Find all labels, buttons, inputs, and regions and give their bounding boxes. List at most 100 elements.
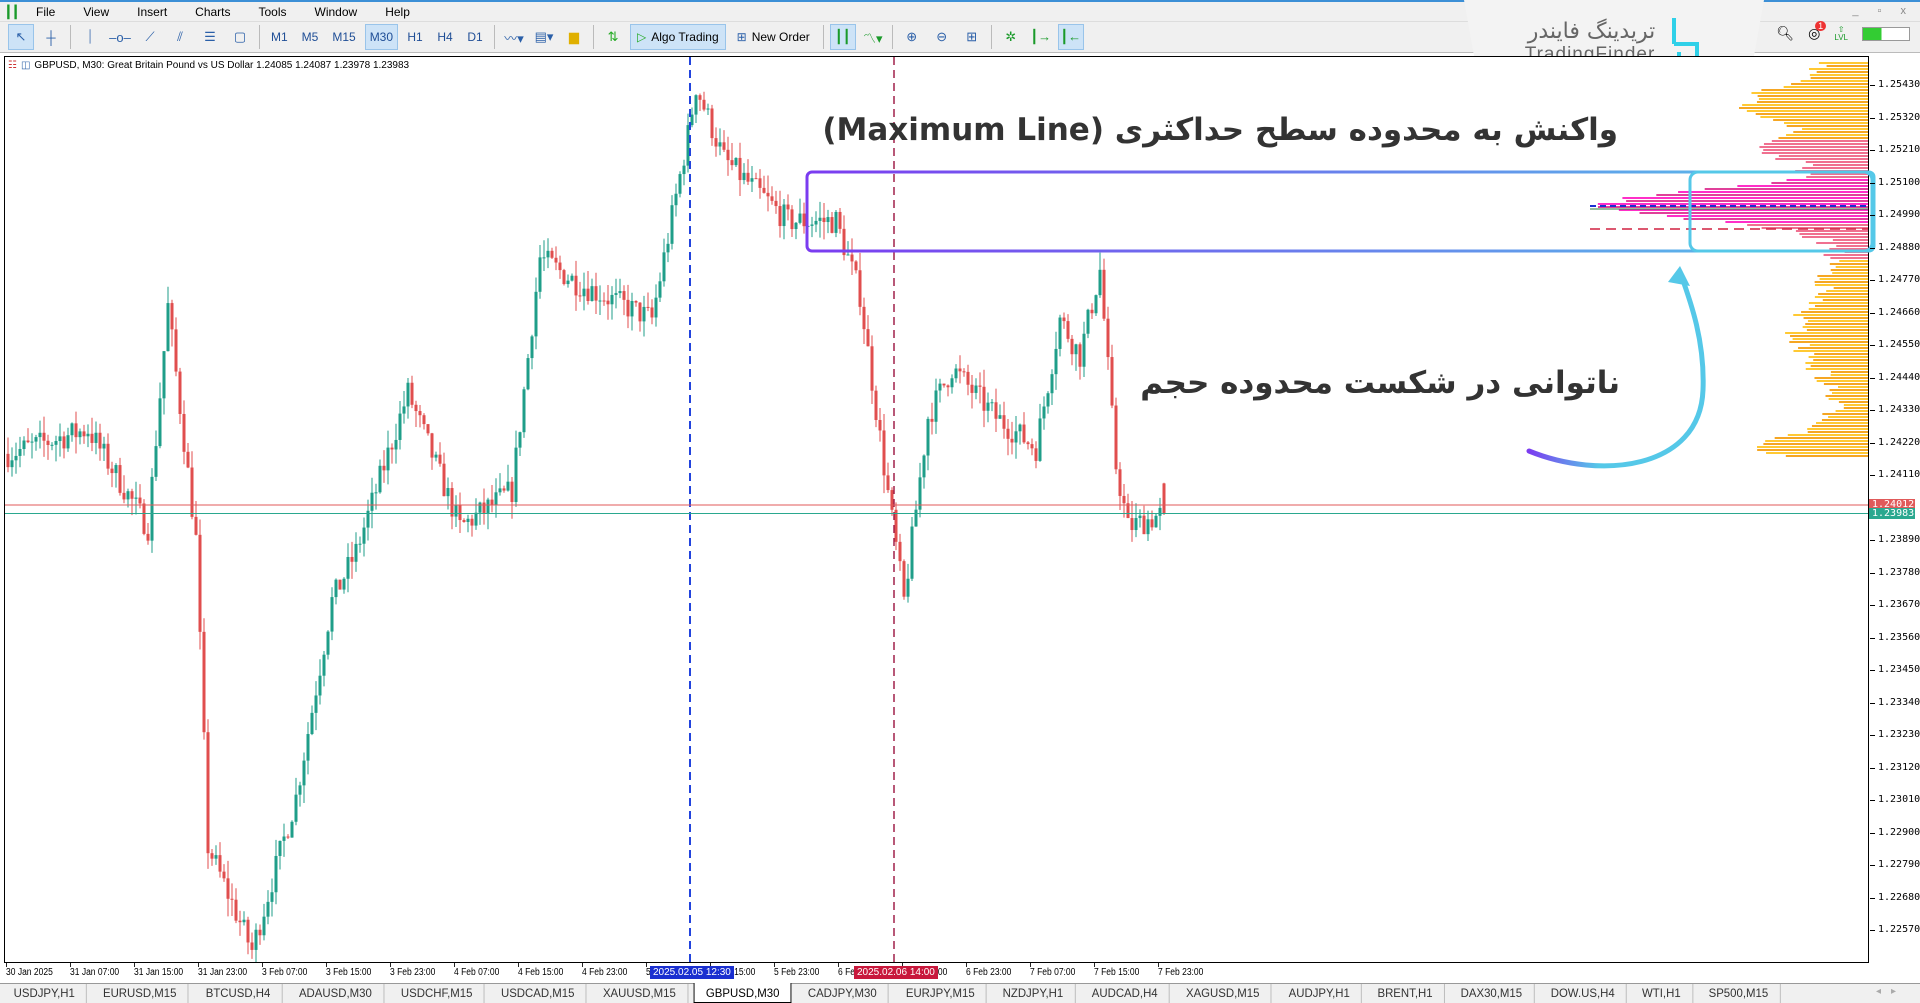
tab-xagusd-m15[interactable]: XAGUSD,M15 (1175, 984, 1273, 1003)
candle-body (74, 423, 78, 438)
tab-cadjpy-m30[interactable]: CADJPY,M30 (797, 984, 890, 1003)
price-tick-label: 1.24660 (1869, 306, 1920, 318)
volume-profile-bar (1751, 92, 1868, 94)
vline-blue-time-label: 2025.02.05 12:30 (650, 966, 734, 979)
tab-wti-h1[interactable]: WTI,H1 (1631, 984, 1694, 1003)
tab-audjpy-h1[interactable]: AUDJPY,H1 (1277, 984, 1363, 1003)
volume-profile-bar (1805, 368, 1868, 370)
candle-body (762, 187, 766, 193)
annotation-failure-to-break: ناتوانی در شکست محدوده حجم (1140, 365, 1620, 401)
candle-body (566, 280, 570, 285)
candle-body (570, 275, 574, 281)
volume-profile-bar (1789, 341, 1868, 343)
price-tick-label: 1.23450 (1869, 664, 1920, 675)
candle-body (82, 431, 86, 437)
tab-xauusd-m15[interactable]: XAUUSD,M15 (592, 984, 689, 1003)
candle-body (890, 490, 894, 510)
volume-profile-bar (1656, 194, 1868, 196)
candle-body (66, 435, 70, 449)
candle-body (218, 855, 222, 872)
time-tick-label: 4 Feb 15:00 (518, 963, 564, 978)
volume-profile-bar (1746, 110, 1868, 112)
candle-body (142, 503, 146, 534)
volume-profile-bar (1757, 449, 1868, 451)
candle-body (462, 520, 466, 522)
candle-body (246, 919, 250, 943)
candle-body (1126, 503, 1130, 519)
candle-body (858, 270, 862, 307)
tabs-scroll-arrows[interactable]: ◂▸ (1876, 986, 1906, 997)
candle-body (926, 418, 930, 456)
volume-profile-bar (1639, 212, 1868, 214)
volume-profile-bar (1819, 278, 1868, 280)
candle-body (610, 294, 614, 305)
tab-nzdjpy-h1[interactable]: NZDJPY,H1 (992, 984, 1076, 1003)
tab-usdjpy-h1[interactable]: USDJPY,H1 (2, 984, 88, 1003)
volume-profile-bar (1802, 326, 1868, 328)
tab-brent-h1[interactable]: BRENT,H1 (1366, 984, 1446, 1003)
candle-body (1130, 518, 1134, 531)
volume-profile-bar (1774, 437, 1868, 439)
annotation-maximum-line: واکنش به محدوده سطح حداکثری (Maximum Lin… (822, 112, 1618, 148)
candle-body (458, 504, 462, 521)
candle-body (618, 291, 622, 294)
volume-profile-bar (1806, 329, 1868, 331)
price-tick-label: 1.23890 (1869, 534, 1920, 545)
volume-profile-bar (1765, 440, 1868, 442)
time-tick-label: 6 Feb 23:00 (966, 963, 1012, 978)
volume-profile-bar (1786, 179, 1868, 181)
candle-body (254, 929, 258, 950)
volume-profile-bar (1828, 416, 1868, 418)
candle-body (194, 516, 198, 535)
candle-body (294, 794, 298, 822)
candle-body (1078, 344, 1082, 367)
candle-body (738, 157, 742, 181)
tab-eurusd-m15[interactable]: EURUSD,M15 (92, 984, 190, 1003)
tab-audcad-h4[interactable]: AUDCAD,H4 (1080, 984, 1171, 1003)
candle-body (190, 467, 194, 517)
price-tick-label: 1.22900 (1869, 826, 1920, 838)
candle-body (50, 444, 54, 446)
tab-dow-us-h4[interactable]: DOW.US,H4 (1539, 984, 1628, 1003)
candle-body (26, 440, 30, 443)
price-tick-label: 1.23670 (1869, 599, 1920, 610)
candle-body (538, 257, 542, 292)
tab-dax30-m15[interactable]: DAX30,M15 (1450, 984, 1535, 1003)
candle-body (70, 423, 74, 436)
tab-adausd-m30[interactable]: ADAUSD,M30 (287, 984, 385, 1003)
price-chart[interactable] (0, 0, 1920, 1003)
candle-body (634, 300, 638, 303)
candle-body (530, 336, 534, 359)
time-axis: 30 Jan 2025 31 Jan 07:00 31 Jan 15:00 31 Ja… (0, 963, 1920, 981)
candle-body (370, 492, 374, 511)
volume-profile-bar (1802, 128, 1868, 130)
candle-body (350, 557, 354, 562)
volume-profile-bar (1809, 74, 1868, 76)
tab-usdcad-m15[interactable]: USDCAD,M15 (489, 984, 587, 1003)
candle-body (902, 561, 906, 597)
tab-gbpusd-m30[interactable]: GBPUSD,M30 (693, 983, 792, 1003)
price-tick-label: 1.24110 (1869, 469, 1920, 480)
candle-body (794, 222, 798, 230)
time-tick-label: 30 Jan 2025 (6, 963, 53, 978)
candle-body (98, 432, 102, 449)
candle-body (854, 261, 858, 271)
chart-list-icon: ☷ (8, 60, 17, 71)
candle-body (626, 299, 630, 317)
price-tick-label: 1.23230 (1869, 729, 1920, 740)
tab-btcusd-h4[interactable]: BTCUSD,H4 (194, 984, 283, 1003)
candle-body (722, 142, 726, 150)
candle-body (134, 497, 138, 499)
candle-body (966, 371, 970, 385)
candle-body (1134, 518, 1138, 531)
tab-usdchf-m15[interactable]: USDCHF,M15 (389, 984, 485, 1003)
tab-eurjpy-m15[interactable]: EURJPY,M15 (894, 984, 987, 1003)
candle-body (1114, 405, 1118, 470)
volume-profile-bar (1786, 125, 1868, 127)
candle-body (178, 371, 182, 414)
volume-profile-bar (1821, 419, 1868, 421)
candle-body (130, 491, 134, 499)
tab-sp500-m15[interactable]: SP500,M15 (1697, 984, 1781, 1003)
candle-body (950, 378, 954, 388)
volume-profile-bar (1799, 233, 1868, 235)
